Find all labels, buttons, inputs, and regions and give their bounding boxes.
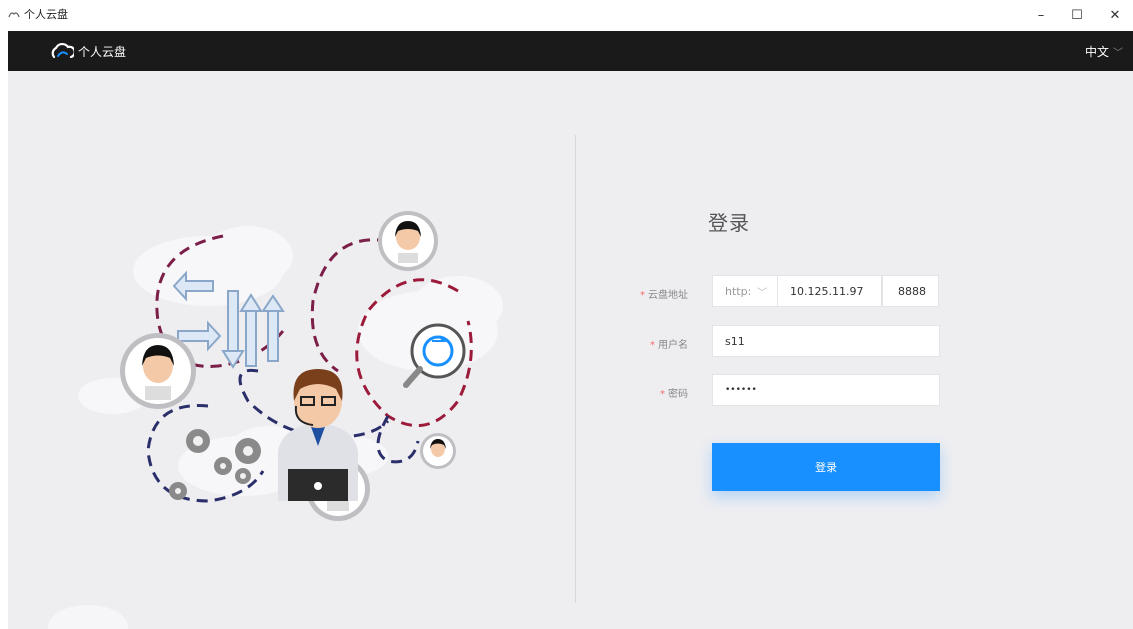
password-label-text: 密码 [668,389,688,400]
login-title: 登录 [708,211,750,235]
chevron-down-icon: ﹀ [757,287,767,299]
username-input[interactable]: s11 [712,325,940,357]
cloud-logo-icon [51,42,74,59]
login-button[interactable]: 登录 [712,443,940,491]
required-mark: * [640,290,645,301]
required-mark: * [660,389,665,400]
window-titlebar: 个人云盘 – ☐ ✕ [0,0,1133,31]
server-host-input[interactable]: 10.125.11.97 [777,275,882,307]
panel-divider [575,135,576,603]
server-address-label-text: 云盘地址 [648,290,688,301]
main-area: 登录 * 云盘地址 http: ﹀ 10.125.11.97 8888 * 用户名 … [8,71,1133,629]
brand-name: 个人云盘 [78,44,127,59]
close-button[interactable]: ✕ [1099,0,1131,31]
password-label: * 密码 [608,385,688,400]
brand: 个人云盘 [50,40,126,62]
maximize-button[interactable]: ☐ [1061,0,1093,31]
password-input[interactable]: •••••• [712,374,940,406]
username-label-text: 用户名 [658,340,688,351]
server-port-input[interactable]: 8888 [882,275,939,307]
language-selector[interactable]: 中文 ﹀ [1085,43,1123,60]
app-window: 个人云盘 – ☐ ✕ 个人云盘 中文 ﹀ 登录 * 云盘地址 http: ﹀ 1… [0,0,1133,629]
language-label: 中文 [1084,45,1109,59]
window-title: 个人云盘 [24,8,68,21]
customer-service-illustration [78,211,503,521]
minimize-button[interactable]: – [1025,0,1057,31]
server-address-label: * 云盘地址 [608,286,688,301]
app-icon [8,12,20,18]
chevron-down-icon: ﹀ [1113,48,1123,59]
protocol-value: http: [725,284,752,298]
username-label: * 用户名 [608,336,688,351]
app-header: 个人云盘 中文 ﹀ [8,31,1133,71]
required-mark: * [650,340,655,351]
protocol-select[interactable]: http: ﹀ [712,275,778,307]
